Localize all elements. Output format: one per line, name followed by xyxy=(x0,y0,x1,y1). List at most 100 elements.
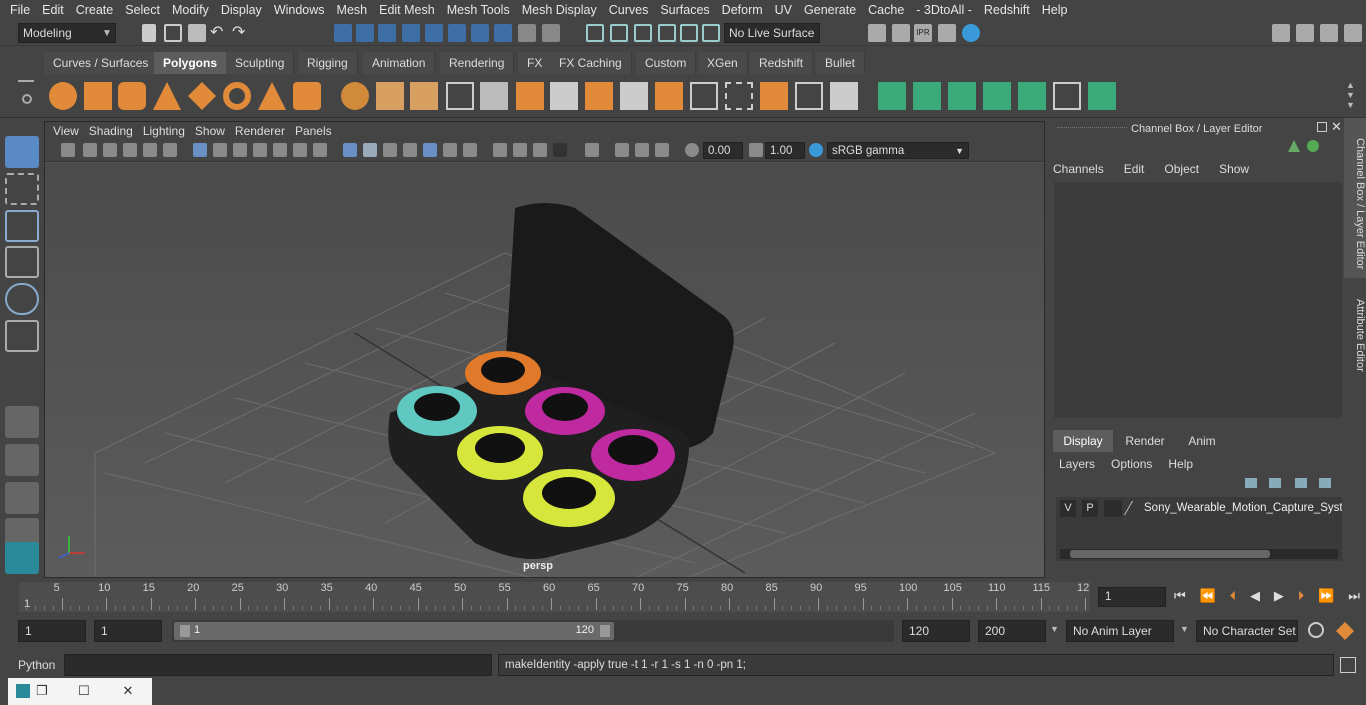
menu-cache[interactable]: Cache xyxy=(862,3,910,17)
layer-name[interactable]: Sony_Wearable_Motion_Capture_Syst xyxy=(1144,502,1342,514)
magnet-icon[interactable] xyxy=(680,24,698,42)
paint-select-tool-icon[interactable] xyxy=(5,210,39,242)
anim-layer-dropdown[interactable]: No Anim Layer xyxy=(1066,620,1174,642)
shelf-tab-curves-surfaces[interactable]: Curves / Surfaces xyxy=(44,52,159,74)
attribute-editor-side-tab[interactable]: Attribute Editor xyxy=(1344,280,1366,380)
hypershade-icon[interactable] xyxy=(962,24,980,42)
camera-select-icon[interactable] xyxy=(61,143,75,157)
new-scene-icon[interactable] xyxy=(142,24,156,42)
perspective-scene[interactable]: persp xyxy=(45,163,1044,577)
uv-editor-icon[interactable] xyxy=(1053,82,1081,110)
menu-uv[interactable]: UV xyxy=(769,3,798,17)
select-by-object-icon[interactable] xyxy=(356,24,374,42)
use-default-material-icon[interactable] xyxy=(383,143,397,157)
menu-create[interactable]: Create xyxy=(70,3,120,17)
planar-map-icon[interactable] xyxy=(878,82,906,110)
workspace-dropdown[interactable]: Modeling ▼ xyxy=(18,23,116,43)
menu-deform[interactable]: Deform xyxy=(716,3,769,17)
snap-grid-icon[interactable] xyxy=(402,24,420,42)
resolution-gate-icon[interactable] xyxy=(233,143,247,157)
layer-menu-options[interactable]: Options xyxy=(1111,454,1152,474)
current-frame-field[interactable]: 1 xyxy=(1098,587,1166,607)
undo-icon[interactable]: ↶ xyxy=(210,24,228,42)
step-forward-key-icon[interactable]: ⏩ xyxy=(1318,588,1334,606)
insert-edge-loop-icon[interactable] xyxy=(690,82,718,110)
exposure-icon[interactable] xyxy=(685,143,699,157)
step-back-key-icon[interactable]: ⏪ xyxy=(1200,588,1216,606)
go-to-end-icon[interactable]: ⏭ xyxy=(1348,588,1360,606)
snap-surface-icon[interactable] xyxy=(494,24,512,42)
combine-icon[interactable] xyxy=(341,82,369,110)
menu-redshift[interactable]: Redshift xyxy=(978,3,1036,17)
menu-modify[interactable]: Modify xyxy=(166,3,215,17)
menu-edit-mesh[interactable]: Edit Mesh xyxy=(373,3,441,17)
use-lights-icon[interactable] xyxy=(443,143,457,157)
film-gate-icon[interactable] xyxy=(213,143,227,157)
extrude-icon[interactable] xyxy=(585,82,613,110)
move-layer-up-icon[interactable] xyxy=(1245,478,1257,488)
scrollbar-thumb[interactable] xyxy=(1070,550,1270,558)
poly-pipe-icon[interactable] xyxy=(293,82,321,110)
shelf-tab-sculpting[interactable]: Sculpting xyxy=(226,52,295,74)
smooth-icon[interactable] xyxy=(446,82,474,110)
select-by-hierarchy-icon[interactable] xyxy=(334,24,352,42)
play-backward-icon[interactable]: ◀ xyxy=(1250,588,1260,606)
xray-icon[interactable] xyxy=(615,143,629,157)
auto-key-icon[interactable] xyxy=(1336,622,1354,640)
channel-box-toggle-icon[interactable] xyxy=(1344,24,1362,42)
bridge-icon[interactable] xyxy=(620,82,648,110)
automatic-map-icon[interactable] xyxy=(983,82,1011,110)
range-handle[interactable]: 1 120 xyxy=(174,622,614,640)
snap-curve-icon[interactable] xyxy=(425,24,443,42)
color-management-icon[interactable] xyxy=(809,143,823,157)
shelf-tab-custom[interactable]: Custom xyxy=(636,52,697,74)
go-to-start-icon[interactable]: ⏮ xyxy=(1174,588,1186,606)
viewport-menu-panels[interactable]: Panels xyxy=(293,124,340,138)
menu-select[interactable]: Select xyxy=(119,3,166,17)
move-layer-down-icon[interactable] xyxy=(1269,478,1281,488)
wireframe-on-shaded-icon[interactable] xyxy=(403,143,417,157)
range-grip-right[interactable] xyxy=(600,625,610,637)
fill-hole-icon[interactable] xyxy=(830,82,858,110)
uv-unfold-icon[interactable] xyxy=(1018,82,1046,110)
menu-3dtoall[interactable]: - 3DtoAll - xyxy=(910,3,978,17)
viewport-menu-view[interactable]: View xyxy=(51,124,87,138)
snap-view-icon[interactable] xyxy=(471,24,489,42)
lock-icon[interactable] xyxy=(518,24,536,42)
snap-point-icon[interactable] xyxy=(448,24,466,42)
bevel-icon[interactable] xyxy=(655,82,683,110)
menu-edit[interactable]: Edit xyxy=(36,3,70,17)
persp-outliner-layout-icon[interactable] xyxy=(5,482,39,514)
history-icon[interactable] xyxy=(586,24,604,42)
attribute-editor-toggle-icon[interactable] xyxy=(1296,24,1314,42)
spherical-map-icon[interactable] xyxy=(948,82,976,110)
layer-menu-help[interactable]: Help xyxy=(1168,454,1193,474)
poly-pyramid-icon[interactable] xyxy=(258,82,286,110)
playback-start-field[interactable]: 1 xyxy=(94,620,162,642)
shelf-scroll-icon[interactable]: ▲ ▼ ▼ xyxy=(1346,80,1355,110)
image-plane-icon[interactable] xyxy=(123,143,137,157)
open-scene-icon[interactable] xyxy=(164,24,182,42)
menu-display[interactable]: Display xyxy=(215,3,268,17)
poly-sphere-icon[interactable] xyxy=(49,82,77,110)
command-input[interactable] xyxy=(64,654,492,676)
field-chart-icon[interactable] xyxy=(273,143,287,157)
symmetry-icon[interactable] xyxy=(610,24,628,42)
channel-menu-object[interactable]: Object xyxy=(1164,162,1199,178)
anti-aliasing-icon[interactable] xyxy=(533,143,547,157)
save-scene-icon[interactable] xyxy=(188,24,206,42)
safe-title-icon[interactable] xyxy=(313,143,327,157)
maximize-icon[interactable]: ☐ xyxy=(76,683,92,699)
menu-file[interactable]: File xyxy=(4,3,36,17)
gate-mask-icon[interactable] xyxy=(253,143,267,157)
close-icon[interactable]: ✕ xyxy=(1331,119,1342,135)
reflect-icon[interactable] xyxy=(658,24,676,42)
step-forward-frame-icon[interactable]: ⏵ xyxy=(1298,588,1305,606)
poly-cone-icon[interactable] xyxy=(153,82,181,110)
viewport-menu-lighting[interactable]: Lighting xyxy=(141,124,193,138)
motion-blur-icon[interactable] xyxy=(513,143,527,157)
single-perspective-layout-icon[interactable] xyxy=(5,406,39,438)
menu-generate[interactable]: Generate xyxy=(798,3,862,17)
layer-tab-display[interactable]: Display xyxy=(1053,430,1113,452)
layer-scrollbar[interactable] xyxy=(1060,549,1338,559)
